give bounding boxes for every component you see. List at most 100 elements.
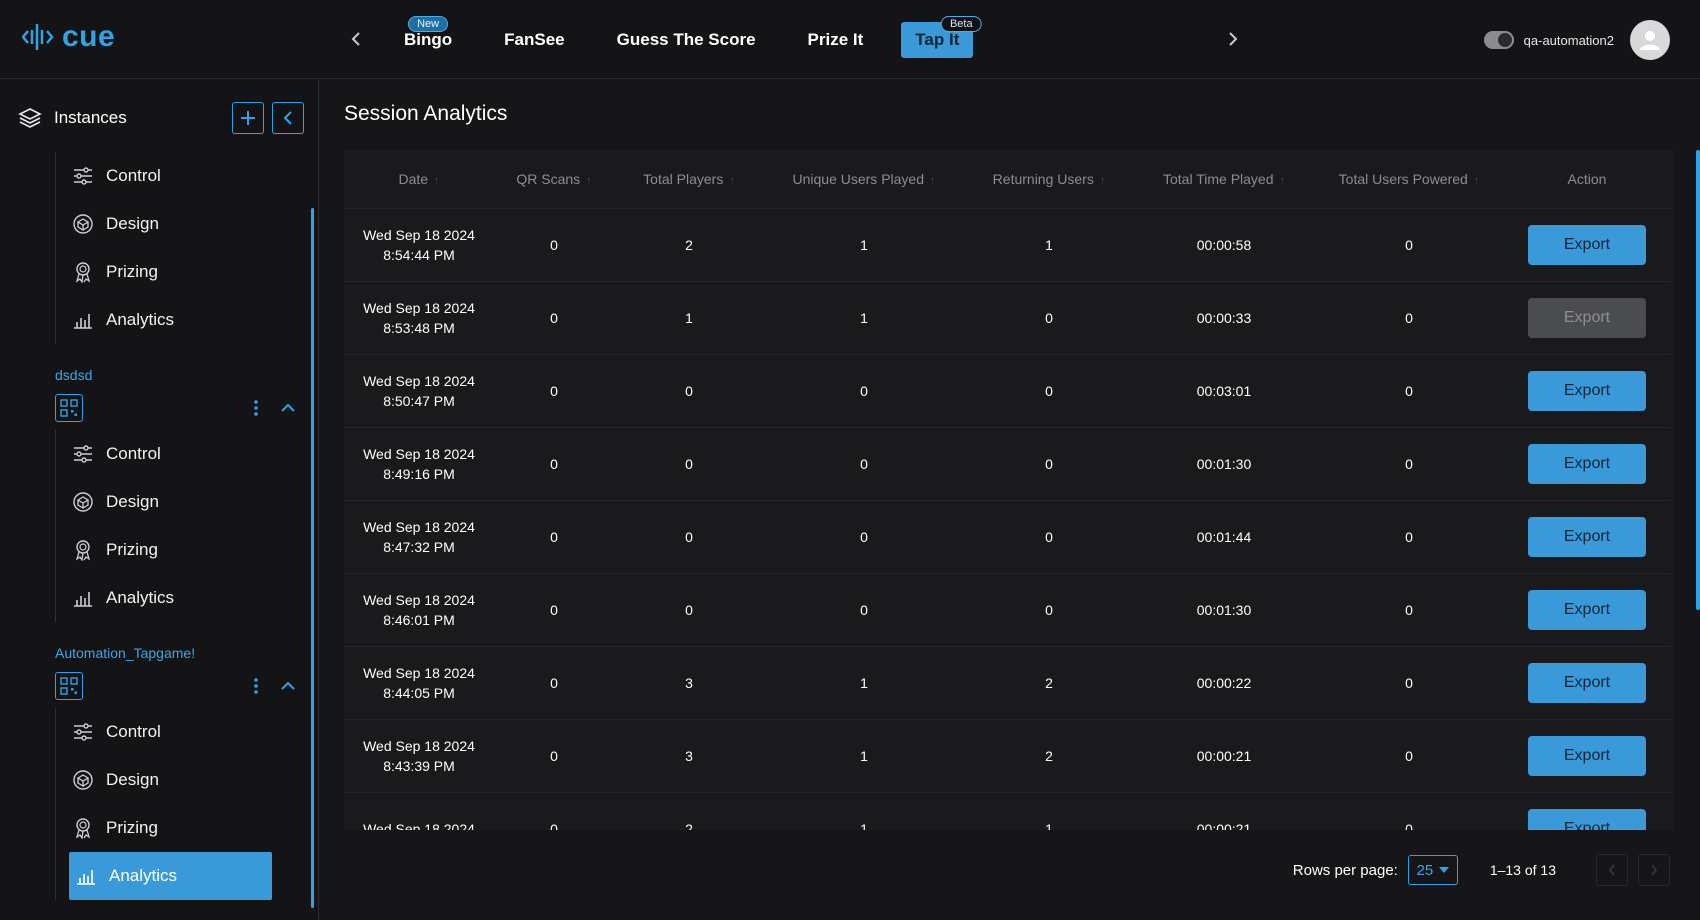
sort-arrow-icon[interactable]: ↑ (930, 175, 936, 187)
chevron-up-icon[interactable] (276, 674, 300, 698)
box-icon (72, 491, 94, 513)
column-header-date[interactable]: Date ↑ (344, 150, 494, 209)
unique-users-cell: 1 (764, 281, 964, 355)
rows-per-page-select[interactable]: 25 (1407, 855, 1458, 885)
total-players-cell: 0 (614, 427, 764, 501)
chevron-left-icon (1608, 864, 1615, 876)
menu-item-prizing[interactable]: Prizing (56, 526, 305, 574)
nav-prev-arrow-icon[interactable] (343, 26, 369, 52)
column-header-total-time[interactable]: Total Time Played ↑ (1134, 150, 1314, 209)
action-cell: Export (1504, 427, 1670, 501)
qr-code-icon (60, 677, 78, 695)
menu-item-label: Prizing (106, 818, 158, 837)
theme-toggle[interactable] (1483, 31, 1514, 49)
tab-bingo[interactable]: New Bingo (390, 16, 466, 58)
qr-scans-cell: 0 (494, 354, 614, 428)
returning-users-cell: 0 (964, 281, 1134, 355)
date-text: Wed Sep 18 2024 (363, 372, 475, 389)
tab-tap-it[interactable]: Beta Tap It (901, 16, 982, 58)
menu-item-prizing[interactable]: Prizing (56, 804, 305, 852)
menu-item-label: Design (106, 492, 159, 511)
menu-item-label: Analytics (106, 310, 175, 329)
qr-code-button[interactable] (55, 394, 83, 422)
export-button[interactable]: Export (1528, 370, 1646, 411)
more-options-icon[interactable] (244, 396, 268, 420)
time-text: 8:46:01 PM (383, 611, 455, 628)
menu-item-design[interactable]: Design (56, 756, 305, 804)
date-text: Wed Sep 18 2024 (363, 518, 475, 535)
column-header-qr-scans[interactable]: QR Scans ↑ (494, 150, 614, 209)
users-powered-cell: 0 (1314, 281, 1504, 355)
export-button[interactable]: Export (1528, 662, 1646, 703)
sort-arrow-icon[interactable]: ↑ (1100, 175, 1106, 187)
export-button[interactable]: Export (1528, 808, 1646, 830)
sort-arrow-icon[interactable]: ↑ (729, 175, 735, 187)
next-page-button[interactable] (1638, 854, 1670, 886)
date-cell: Wed Sep 18 2024 8:50:47 PM (344, 354, 494, 428)
qr-scans-cell: 0 (494, 500, 614, 574)
menu-item-design[interactable]: Design (56, 478, 305, 526)
users-powered-cell: 0 (1314, 500, 1504, 574)
instance-actions (55, 671, 300, 701)
menu-item-design[interactable]: Design (56, 200, 305, 248)
instance-name[interactable]: Automation_Tapgame! (55, 645, 195, 661)
unique-users-cell: 0 (764, 427, 964, 501)
cue-logo[interactable]: cue (22, 20, 115, 54)
tab-fansee[interactable]: FanSee (490, 22, 578, 58)
qr-code-button[interactable] (55, 672, 83, 700)
total-time-cell: 00:01:44 (1134, 500, 1314, 574)
unique-users-cell: 0 (764, 354, 964, 428)
total-players-cell: 3 (614, 719, 764, 793)
export-button[interactable]: Export (1528, 516, 1646, 557)
collapse-sidebar-button[interactable] (272, 102, 304, 134)
export-button[interactable]: Export (1528, 735, 1646, 776)
chevron-up-icon[interactable] (276, 396, 300, 420)
unique-users-cell: 1 (764, 792, 964, 830)
users-powered-cell: 0 (1314, 573, 1504, 647)
previous-page-button[interactable] (1596, 854, 1628, 886)
qr-code-icon (60, 399, 78, 417)
menu-item-control[interactable]: Control (56, 430, 305, 478)
instance-menu-group: Control Design Prizing Analytics (55, 430, 305, 622)
users-powered-cell: 0 (1314, 354, 1504, 428)
export-button[interactable]: Export (1528, 297, 1646, 338)
menu-item-prizing[interactable]: Prizing (56, 248, 305, 296)
users-powered-cell: 0 (1314, 792, 1504, 830)
tab-guess-the-score[interactable]: Guess The Score (603, 22, 770, 58)
add-instance-button[interactable] (232, 102, 264, 134)
action-cell: Export (1504, 208, 1670, 282)
date-cell: Wed Sep 18 2024 8:49:16 PM (344, 427, 494, 501)
table-scrollbar[interactable] (1696, 150, 1700, 610)
sort-arrow-icon[interactable]: ↑ (1280, 175, 1286, 187)
menu-item-analytics[interactable]: Analytics (56, 574, 305, 622)
avatar[interactable] (1630, 20, 1670, 60)
instance-name[interactable]: dsdsd (55, 367, 92, 383)
menu-item-control[interactable]: Control (56, 152, 305, 200)
column-header-unique-users[interactable]: Unique Users Played ↑ (764, 150, 964, 209)
user-icon (1640, 31, 1660, 50)
export-button[interactable]: Export (1528, 589, 1646, 630)
nav-next-arrow-icon[interactable] (1220, 26, 1246, 52)
date-cell: Wed Sep 18 2024 8:53:48 PM (344, 281, 494, 355)
sort-arrow-icon[interactable]: ↑ (586, 175, 592, 187)
qr-scans-cell: 0 (494, 792, 614, 830)
export-button[interactable]: Export (1528, 224, 1646, 265)
column-header-returning-users[interactable]: Returning Users ↑ (964, 150, 1134, 209)
menu-item-label: Analytics (109, 866, 178, 885)
more-options-icon[interactable] (244, 674, 268, 698)
username: qa-automation2 (1523, 32, 1614, 48)
column-header-total-players[interactable]: Total Players ↑ (614, 150, 764, 209)
menu-item-control[interactable]: Control (56, 708, 305, 756)
export-button[interactable]: Export (1528, 443, 1646, 484)
sort-arrow-icon[interactable]: ↑ (434, 175, 440, 187)
table-row: Wed Sep 18 2024 8:44:05 PM 0 3 1 2 00:00:22 0 Ex… (344, 646, 1670, 720)
page-title: Session Analytics (344, 102, 508, 125)
box-icon (72, 769, 94, 791)
sidebar-scrollbar[interactable] (311, 208, 314, 908)
tab-prize-it[interactable]: Prize It (794, 22, 878, 58)
menu-item-analytics-active[interactable]: Analytics (69, 852, 272, 900)
column-header-users-powered[interactable]: Total Users Powered ↑ (1314, 150, 1504, 209)
sidebar: Instances Control Design Prizing Analyti… (0, 80, 319, 920)
menu-item-analytics[interactable]: Analytics (56, 296, 305, 344)
sort-arrow-icon[interactable]: ↑ (1474, 175, 1480, 187)
